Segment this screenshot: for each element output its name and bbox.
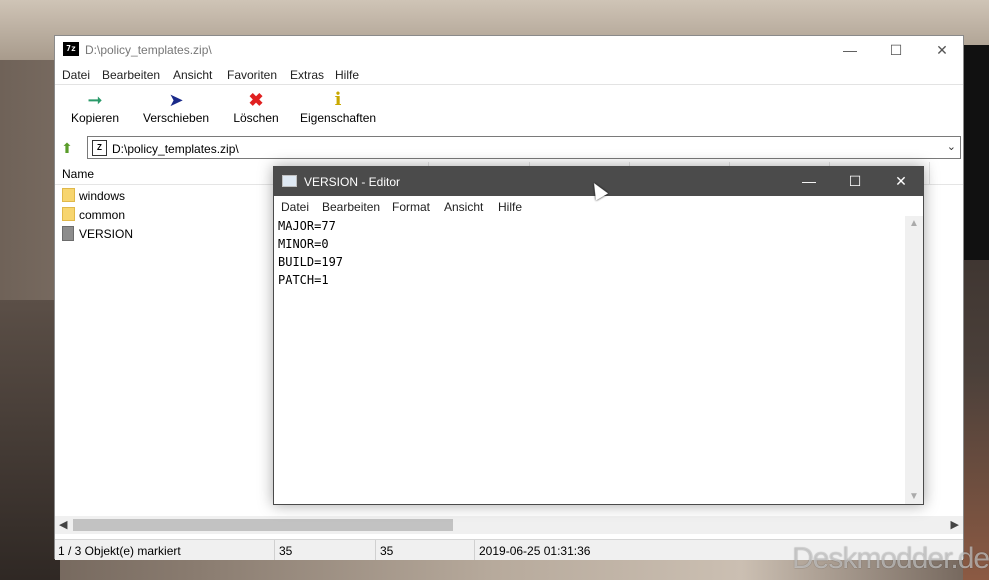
minimize-button[interactable]: —	[786, 167, 832, 196]
copy-arrow-icon: ➞	[87, 90, 103, 110]
move-label: Verschieben	[143, 111, 210, 125]
text-line: PATCH=1	[278, 273, 329, 287]
close-button[interactable]: ✕	[919, 36, 965, 64]
scroll-up-icon[interactable]: ▲	[909, 218, 919, 229]
text-line: MINOR=0	[278, 237, 329, 251]
properties-button[interactable]: i Eigenschaften	[300, 89, 376, 125]
text-line: BUILD=197	[278, 255, 344, 269]
scroll-right-icon[interactable]: ▶	[951, 518, 959, 531]
menu-favoriten[interactable]: Favoriten	[227, 68, 277, 82]
properties-label: Eigenschaften	[300, 111, 377, 125]
status-divider	[474, 540, 475, 560]
file-name: VERSION	[79, 227, 134, 241]
minimize-button[interactable]: —	[827, 36, 873, 64]
column-divider[interactable]	[929, 162, 930, 184]
delete-button[interactable]: ✖ Löschen	[233, 89, 279, 125]
status-packed: 35	[380, 544, 394, 558]
sevenzip-app-icon: 7z	[63, 42, 79, 56]
status-selection: 1 / 3 Objekt(e) markiert	[58, 544, 181, 558]
zip-archive-icon: Z	[92, 140, 107, 156]
menu-hilfe[interactable]: Hilfe	[498, 200, 522, 214]
notepad-menubar: Datei Bearbeiten Format Ansicht Hilfe	[274, 196, 923, 216]
address-text: D:\policy_templates.zip\	[112, 142, 239, 156]
maximize-button[interactable]: ☐	[873, 36, 919, 64]
file-icon	[62, 226, 74, 241]
info-icon: i	[334, 89, 342, 110]
sevenzip-title: D:\policy_templates.zip\	[85, 43, 212, 57]
scroll-down-icon[interactable]: ▼	[909, 491, 919, 502]
column-header-name[interactable]: Name	[62, 167, 94, 181]
menu-format[interactable]: Format	[392, 200, 430, 214]
watermark-logo: Deskmodder.de	[792, 542, 989, 575]
menu-extras[interactable]: Extras	[290, 68, 324, 82]
status-divider	[274, 540, 275, 560]
menu-ansicht[interactable]: Ansicht	[173, 68, 212, 82]
scroll-left-icon[interactable]: ◀	[59, 518, 67, 531]
menu-bearbeiten[interactable]: Bearbeiten	[322, 200, 380, 214]
chevron-down-icon[interactable]: ⌄	[947, 140, 956, 153]
close-button[interactable]: ✕	[878, 167, 924, 196]
copy-button[interactable]: ➞ Kopieren	[70, 89, 120, 125]
menu-datei[interactable]: Datei	[62, 68, 90, 82]
address-bar: ⬆ Z D:\policy_templates.zip\ ⌄	[55, 136, 963, 160]
horizontal-scrollbar[interactable]: ◀ ▶	[55, 516, 963, 534]
maximize-button[interactable]: ☐	[832, 167, 878, 196]
folder-up-icon[interactable]: ⬆	[58, 139, 76, 157]
status-modified: 2019-06-25 01:31:36	[479, 544, 591, 558]
status-divider	[375, 540, 376, 560]
vertical-scrollbar[interactable]: ▲ ▼	[905, 216, 923, 504]
notepad-window: VERSION - Editor — ☐ ✕ Datei Bearbeiten …	[273, 166, 924, 505]
move-arrow-icon: ➤	[168, 90, 184, 110]
scrollbar-thumb[interactable]	[73, 519, 453, 531]
desktop-background	[0, 300, 60, 580]
menu-bearbeiten[interactable]: Bearbeiten	[102, 68, 160, 82]
folder-icon	[62, 188, 75, 202]
folder-icon	[62, 207, 75, 221]
status-size: 35	[279, 544, 293, 558]
delete-label: Löschen	[233, 111, 279, 125]
menu-datei[interactable]: Datei	[281, 200, 309, 214]
file-name: windows	[79, 189, 126, 203]
sevenzip-toolbar: ➞ Kopieren ➤ Verschieben ✖ Löschen i Eig…	[55, 84, 963, 135]
address-combobox[interactable]: Z D:\policy_templates.zip\ ⌄	[87, 136, 961, 159]
text-editor-area[interactable]: MAJOR=77 MINOR=0 BUILD=197 PATCH=1	[274, 216, 905, 504]
delete-x-icon: ✖	[248, 90, 264, 110]
notepad-app-icon	[282, 175, 297, 187]
copy-label: Kopieren	[70, 111, 120, 125]
text-line: MAJOR=77	[278, 219, 336, 233]
desktop-background	[963, 45, 989, 260]
menu-ansicht[interactable]: Ansicht	[444, 200, 483, 214]
notepad-title: VERSION - Editor	[304, 175, 401, 189]
sevenzip-menubar: Datei Bearbeiten Ansicht Favoriten Extra…	[55, 64, 963, 84]
file-name: common	[79, 208, 126, 222]
move-button[interactable]: ➤ Verschieben	[143, 89, 209, 125]
menu-hilfe[interactable]: Hilfe	[335, 68, 359, 82]
sevenzip-titlebar[interactable]: 7z D:\policy_templates.zip\ — ☐ ✕	[55, 36, 963, 64]
